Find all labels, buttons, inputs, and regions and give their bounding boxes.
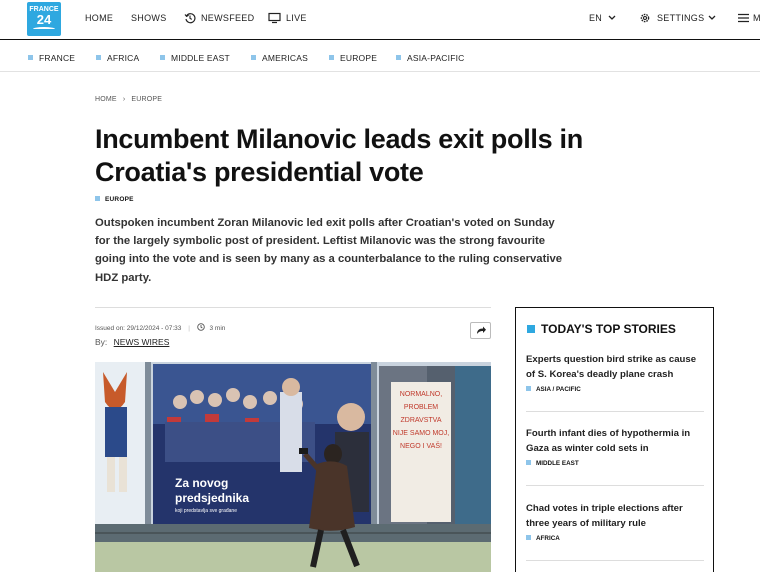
region-marker [96,55,101,60]
story-item[interactable]: Chad votes in triple elections after thr… [526,501,706,542]
story-item[interactable]: Fourth infant dies of hypothermia in Gaz… [526,426,706,467]
chevron-down-icon [708,15,716,20]
region-bar: FRANCE AFRICA MIDDLE EAST AMERICAS EUROP… [0,41,760,72]
article-photo: Za novog predsjednika koji predstavlja s… [95,362,491,572]
share-button[interactable] [470,322,491,339]
billboard-left-line2: predsjednika [175,491,249,505]
story-divider [526,485,704,486]
region-americas[interactable]: AMERICAS [251,53,308,63]
breadcrumb-section[interactable]: EUROPE [131,96,162,103]
nav-shows[interactable]: SHOWS [131,13,167,23]
region-marker [251,55,256,60]
top-nav: FRANCE 24 HOME SHOWS NEWSFEED LIVE EN SE… [0,0,760,40]
read-time: 3 min [209,325,226,332]
breadcrumb: HOME › EUROPE [95,96,162,103]
breadcrumb-home[interactable]: HOME [95,96,117,103]
tag-marker [526,386,531,391]
billboard-left-line3: koji predstavlja sve građane [175,508,237,514]
tag-marker [526,460,531,465]
region-marker [28,55,33,60]
issued-date: Issued on: 29/12/2024 - 07:33 [95,325,182,332]
region-africa[interactable]: AFRICA [96,53,139,63]
story-divider [526,560,704,561]
title-marker [527,325,535,333]
language-selector[interactable]: EN [589,13,602,23]
story-tag[interactable]: ASIA / PACIFIC [526,386,706,393]
divider [95,307,491,308]
meta-separator: | [188,325,190,332]
byline-label: By: [95,337,108,347]
billboard-right-line3: ZDRAVSTVA [401,417,442,424]
nav-home[interactable]: HOME [85,13,113,23]
chevron-down-icon [608,15,616,20]
top-stories-panel: TODAY'S TOP STORIES Experts question bir… [515,307,714,572]
article-lede: Outspoken incumbent Zoran Milanovic led … [95,217,563,284]
billboards-photo: Za novog predsjednika koji predstavlja s… [95,362,491,572]
region-france[interactable]: FRANCE [28,53,75,63]
clock-icon [196,323,205,331]
byline: By: NEWS WIRES [95,337,169,347]
menu-label[interactable]: M [753,13,760,23]
history-icon [184,13,196,24]
story-tag[interactable]: MIDDLE EAST [526,460,706,467]
nav-live[interactable]: LIVE [286,13,307,23]
article-meta: Issued on: 29/12/2024 - 07:33 | 3 min [95,323,225,332]
story-tag[interactable]: AFRICA [526,535,706,542]
region-marker [396,55,401,60]
tv-icon [268,12,281,24]
article-tag[interactable]: EUROPE [95,196,134,203]
breadcrumb-separator: › [122,96,126,103]
region-marker [329,55,334,60]
region-middle-east[interactable]: MIDDLE EAST [160,53,230,63]
nav-newsfeed[interactable]: NEWSFEED [201,13,254,23]
region-asia-pacific[interactable]: ASIA-PACIFIC [396,53,465,63]
story-title[interactable]: Experts question bird strike as cause of… [526,352,706,382]
billboard-right-line4: NIJE SAMO MOJ, [393,430,449,437]
tag-marker [95,196,100,201]
author-link[interactable]: NEWS WIRES [114,337,170,347]
story-title[interactable]: Chad votes in triple elections after thr… [526,501,706,531]
france24-logo[interactable]: FRANCE 24 [27,2,61,36]
billboard-right-line1: NORMALNO, [400,391,442,398]
article-title: Incumbent Milanovic leads exit polls in … [95,124,583,187]
billboard-right-line5: NEGO I VAŠ! [400,441,442,450]
top-stories-title: TODAY'S TOP STORIES [527,322,676,336]
story-divider [526,411,704,412]
tag-marker [526,535,531,540]
story-title[interactable]: Fourth infant dies of hypothermia in Gaz… [526,426,706,456]
logo-wave-icon [33,27,55,31]
billboard-right-line2: PROBLEM [404,404,438,411]
share-icon [477,326,486,334]
billboard-left-line1: Za novog [175,476,228,490]
logo-line2: 24 [36,12,52,27]
settings-button[interactable]: SETTINGS [657,13,704,23]
region-europe[interactable]: EUROPE [329,53,377,63]
gear-icon [640,13,650,23]
region-marker [160,55,165,60]
story-item[interactable]: Experts question bird strike as cause of… [526,352,706,393]
menu-icon[interactable] [738,13,749,23]
